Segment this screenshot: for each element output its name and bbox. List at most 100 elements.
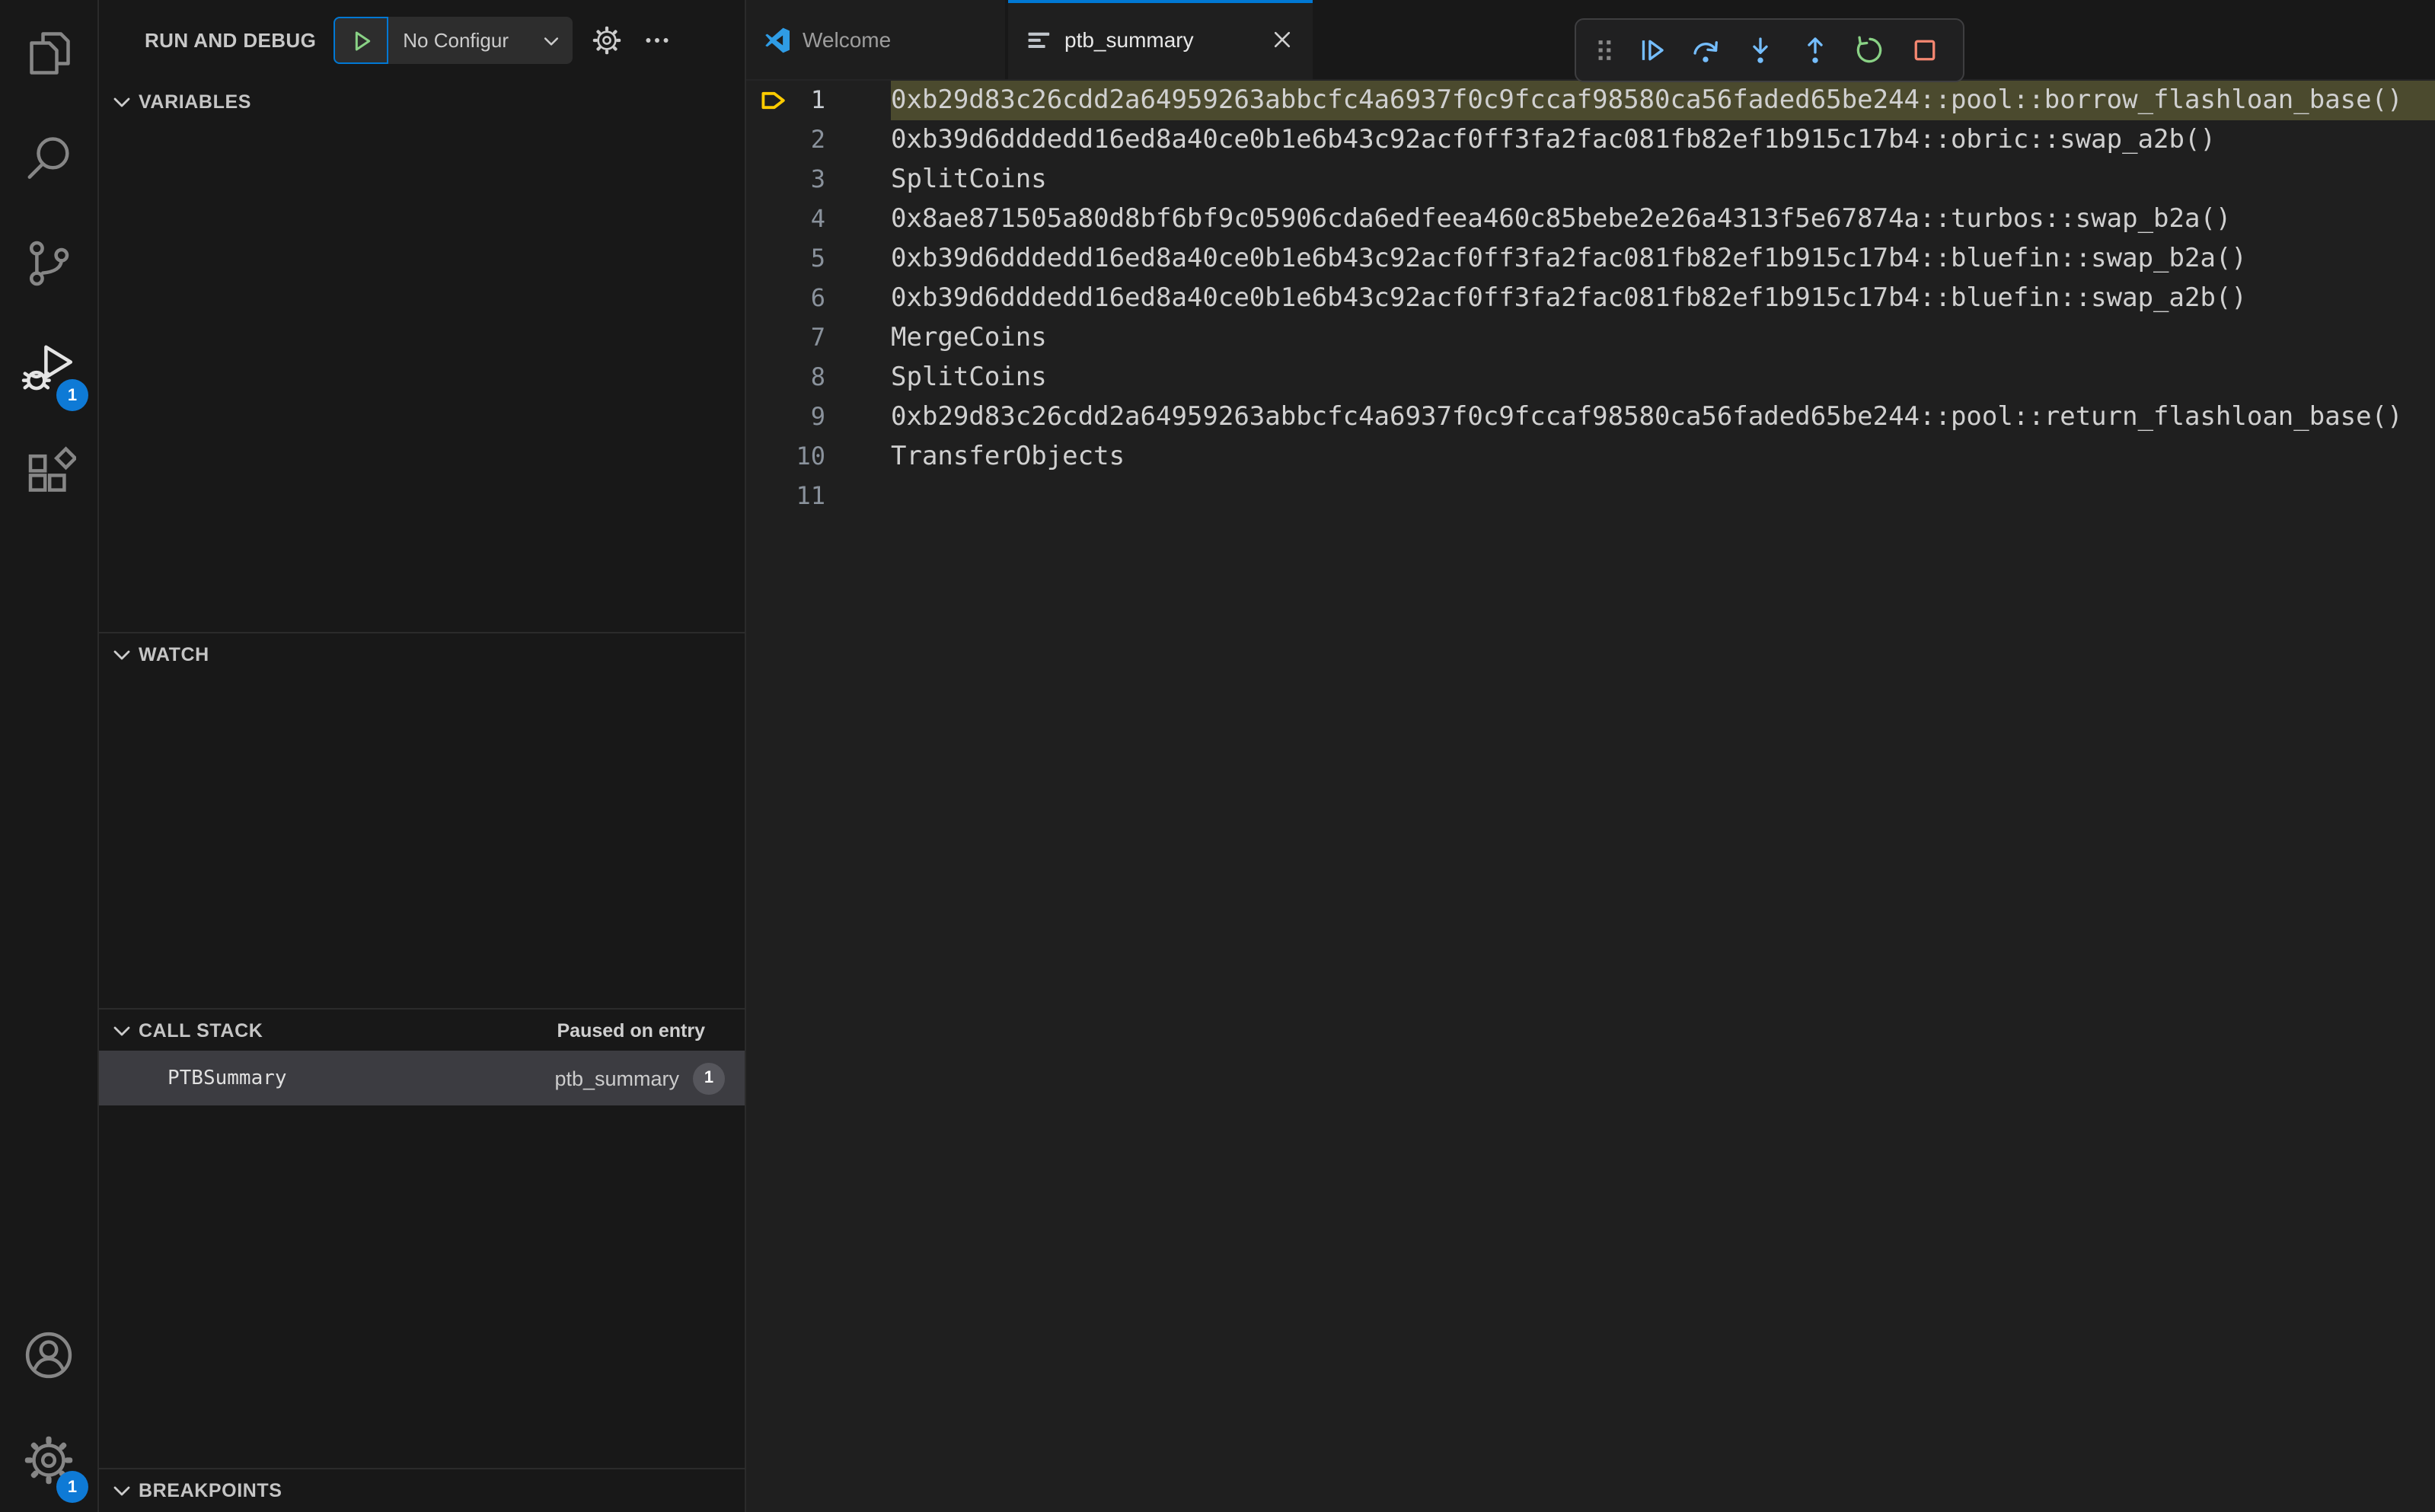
debug-step-over-button[interactable] xyxy=(1678,23,1733,78)
line-number[interactable]: 6 xyxy=(746,279,825,318)
debug-config-label: No Configur xyxy=(403,29,509,52)
activity-badge-run-and-debug: 1 xyxy=(56,379,88,411)
debug-continue-button[interactable] xyxy=(1623,23,1678,78)
debug-step-into-button[interactable] xyxy=(1733,23,1788,78)
debug-restart-button[interactable] xyxy=(1843,23,1897,78)
watch-section-header[interactable]: WATCH xyxy=(99,632,745,675)
breakpoints-section-header[interactable]: BREAKPOINTS xyxy=(99,1468,745,1510)
call-stack-section-label: CALL STACK xyxy=(139,1019,263,1041)
activity-item-extensions[interactable] xyxy=(0,420,97,525)
line-text[interactable] xyxy=(891,477,2435,516)
line-number[interactable]: 7 xyxy=(746,318,825,358)
line-number[interactable]: 4 xyxy=(746,199,825,239)
breakpoints-section-label: BREAKPOINTS xyxy=(139,1479,282,1501)
code-line: 6 0xb39d6dddedd16ed8a40ce0b1e6b43c92acf0f… xyxy=(746,279,2435,318)
watch-section-label: WATCH xyxy=(139,643,209,665)
activity-item-account[interactable] xyxy=(0,1302,97,1407)
restart-icon xyxy=(1853,33,1887,67)
line-number[interactable]: 11 xyxy=(746,477,825,516)
paused-status-text: Paused on entry xyxy=(557,1019,706,1041)
line-text[interactable]: MergeCoins xyxy=(891,318,2435,358)
code-line: 10 TransferObjects xyxy=(746,437,2435,477)
code-line: 2 0xb39d6dddedd16ed8a40ce0b1e6b43c92acf0f… xyxy=(746,120,2435,160)
search-icon xyxy=(21,130,76,185)
debug-drag-handle-button[interactable] xyxy=(1587,23,1623,78)
call-stack-section-header[interactable]: CALL STACK Paused on entry xyxy=(99,1008,745,1051)
more-actions-button[interactable] xyxy=(640,24,672,56)
line-text[interactable]: 0xb39d6dddedd16ed8a40ce0b1e6b43c92acf0ff… xyxy=(891,120,2435,160)
vscode-logo-icon xyxy=(764,27,790,53)
code-line: 5 0xb39d6dddedd16ed8a40ce0b1e6b43c92acf0f… xyxy=(746,239,2435,279)
debug-config-dropdown[interactable]: No Configur xyxy=(388,17,573,64)
tab-label: ptb_summary xyxy=(1064,27,1194,52)
debug-stop-button[interactable] xyxy=(1897,23,1952,78)
breakpoints-section: BREAKPOINTS xyxy=(99,1468,745,1512)
line-number[interactable]: 10 xyxy=(746,437,825,477)
sidebar-title: RUN AND DEBUG xyxy=(145,29,317,52)
line-text[interactable]: 0xb29d83c26cdd2a64959263abbcfc4a6937f0c9… xyxy=(891,397,2435,437)
step-out-icon xyxy=(1798,33,1832,67)
chevron-down-icon xyxy=(110,1018,134,1042)
line-number[interactable]: 5 xyxy=(746,239,825,279)
line-text[interactable]: 0x8ae871505a80d8bf6bf9c05906cda6edfeea46… xyxy=(891,199,2435,239)
activity-item-search[interactable] xyxy=(0,105,97,210)
chevron-down-icon xyxy=(110,90,134,114)
line-number[interactable]: 9 xyxy=(746,397,825,437)
activity-item-settings[interactable]: 1 xyxy=(0,1407,97,1512)
code-line: 4 0x8ae871505a80d8bf6bf9c05906cda6edfeea4… xyxy=(746,199,2435,239)
line-number[interactable]: 8 xyxy=(746,358,825,397)
stop-icon xyxy=(1908,33,1942,67)
watch-section-body xyxy=(99,675,745,1008)
variables-section: VARIABLES xyxy=(99,81,745,632)
editor-group: Welcome ptb_summary 1 0xb29d83c26cdd2a6495… xyxy=(746,0,2435,1512)
watch-section: WATCH xyxy=(99,632,745,1008)
start-debugging-button[interactable] xyxy=(333,17,388,64)
line-text[interactable]: 0xb39d6dddedd16ed8a40ce0b1e6b43c92acf0ff… xyxy=(891,279,2435,318)
chevron-down-icon xyxy=(110,642,134,666)
source-control-icon xyxy=(21,235,76,290)
tab-welcome[interactable]: Welcome xyxy=(746,0,1005,79)
chevron-down-icon xyxy=(540,30,561,51)
activity-item-explorer[interactable] xyxy=(0,0,97,105)
extensions-icon xyxy=(21,445,76,500)
call-stack-section: CALL STACK Paused on entry PTBSummary ptb… xyxy=(99,1008,745,1468)
line-text[interactable]: 0xb29d83c26cdd2a64959263abbcfc4a6937f0c9… xyxy=(891,81,2435,120)
step-over-icon xyxy=(1689,33,1722,67)
sidebar-titlebar: RUN AND DEBUG No Configur xyxy=(99,0,745,81)
debug-toolbar xyxy=(1575,18,1964,82)
code-editor: 1 0xb29d83c26cdd2a64959263abbcfc4a6937f0c… xyxy=(746,81,2435,1512)
line-text[interactable]: 0xb39d6dddedd16ed8a40ce0b1e6b43c92acf0ff… xyxy=(891,239,2435,279)
code-line: 11 xyxy=(746,477,2435,516)
close-icon[interactable] xyxy=(1270,27,1294,52)
activity-bar-top: 1 xyxy=(0,0,97,525)
line-text[interactable]: TransferObjects xyxy=(891,437,2435,477)
frame-badge: 1 xyxy=(693,1062,725,1094)
line-text[interactable]: SplitCoins xyxy=(891,358,2435,397)
debug-launch-control: No Configur xyxy=(333,17,573,64)
debug-step-out-button[interactable] xyxy=(1788,23,1843,78)
activity-item-run-and-debug[interactable]: 1 xyxy=(0,315,97,420)
debug-gear-button[interactable] xyxy=(590,24,622,56)
call-stack-frame[interactable]: PTBSummary ptb_summary 1 xyxy=(99,1051,745,1105)
gear-icon xyxy=(590,24,622,56)
frame-name: PTBSummary xyxy=(168,1067,287,1089)
code-line: 8 SplitCoins xyxy=(746,358,2435,397)
files-icon xyxy=(21,25,76,80)
call-stack-section-body xyxy=(99,1105,745,1468)
code-line: 9 0xb29d83c26cdd2a64959263abbcfc4a6937f0c… xyxy=(746,397,2435,437)
line-number[interactable]: 2 xyxy=(746,120,825,160)
variables-section-header[interactable]: VARIABLES xyxy=(99,81,745,123)
activity-badge-settings: 1 xyxy=(56,1471,88,1503)
code-line: 7 MergeCoins xyxy=(746,318,2435,358)
account-icon xyxy=(21,1327,76,1382)
line-number[interactable]: 1 xyxy=(746,81,825,120)
ellipsis-icon xyxy=(640,24,672,56)
activity-item-source-control[interactable] xyxy=(0,210,97,315)
activity-bar: 1 1 xyxy=(0,0,99,1512)
line-text[interactable]: SplitCoins xyxy=(891,160,2435,199)
variables-section-label: VARIABLES xyxy=(139,91,252,113)
play-icon xyxy=(345,25,375,56)
code-line: 3 SplitCoins xyxy=(746,160,2435,199)
tab-ptb-summary[interactable]: ptb_summary xyxy=(1008,0,1313,79)
line-number[interactable]: 3 xyxy=(746,160,825,199)
